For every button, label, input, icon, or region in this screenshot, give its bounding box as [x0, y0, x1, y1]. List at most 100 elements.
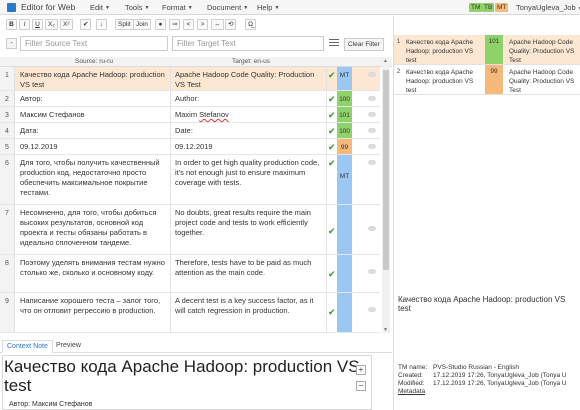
- match-badge: MT: [337, 67, 352, 90]
- tm-target: Apache Hadoop Code Quality: Production V…: [509, 69, 575, 94]
- source-cell[interactable]: Несомненно, для того, чтобы добиться выс…: [20, 208, 165, 248]
- table-row[interactable]: 6 Для того, чтобы получить качественный …: [0, 155, 380, 205]
- filter-options-button[interactable]: -: [6, 38, 17, 49]
- table-row[interactable]: 7 Несомненно, для того, чтобы добиться в…: [0, 205, 380, 255]
- confirmed-check-icon: ✔: [328, 126, 336, 136]
- comment-icon[interactable]: [368, 144, 376, 149]
- tm-match-row[interactable]: 2 Качество кода Apache Hadoop: productio…: [394, 65, 580, 95]
- filter-target-input[interactable]: [172, 36, 324, 51]
- user-menu[interactable]: TonyaUgleva_Job▼: [516, 3, 580, 12]
- target-cell[interactable]: 09.12.2019: [175, 142, 325, 152]
- subscript-button[interactable]: X₂: [45, 19, 58, 30]
- target-cell[interactable]: Date:: [175, 126, 325, 136]
- target-cell[interactable]: Author:: [175, 94, 325, 104]
- source-cell[interactable]: 09.12.2019: [20, 142, 165, 152]
- join-button[interactable]: Join: [133, 19, 151, 30]
- target-cell[interactable]: A decent test is a key success factor, a…: [175, 296, 325, 316]
- bottom-tabs: Context Note Preview: [0, 339, 392, 353]
- spelling-error[interactable]: Stefanov: [199, 110, 229, 119]
- insert-icon[interactable]: ⇔: [211, 19, 224, 30]
- tag-icon[interactable]: ●: [155, 19, 166, 30]
- tm-badge[interactable]: TM: [469, 3, 483, 12]
- comment-icon[interactable]: [368, 226, 376, 231]
- menu-tools[interactable]: Tools ▼: [125, 3, 149, 12]
- check-icon[interactable]: ✔: [80, 19, 92, 30]
- caret-down-icon: ▼: [144, 5, 150, 12]
- match-badge: [337, 205, 352, 254]
- table-row[interactable]: 3 Максим Стефанов Maxim Stefanov ✔ 101: [0, 107, 380, 123]
- source-cell[interactable]: Поэтому уделять внимания тестам нужно ст…: [20, 258, 165, 278]
- confirm-arrow-icon[interactable]: ↓: [96, 19, 107, 30]
- comment-icon[interactable]: [368, 307, 376, 312]
- source-cell[interactable]: Максим Стефанов: [20, 110, 165, 120]
- segment-grid: Source: ru-ru Target: en-us 1 Качество к…: [0, 57, 392, 333]
- tb-badge[interactable]: TB: [482, 3, 495, 12]
- target-header: Target: en-us: [232, 58, 270, 65]
- source-cell[interactable]: Для того, чтобы получить качественный pr…: [20, 158, 165, 198]
- target-cell[interactable]: Maxim Stefanov: [175, 110, 325, 120]
- source-header: Source: ru-ru: [75, 58, 113, 65]
- tab-preview[interactable]: Preview: [52, 340, 85, 353]
- filter-source-input[interactable]: [20, 36, 168, 51]
- scroll-down-icon[interactable]: ▼: [383, 327, 388, 333]
- comment-icon[interactable]: [368, 96, 376, 101]
- menu-help[interactable]: Help ▼: [257, 3, 279, 12]
- row-number: 2: [0, 91, 15, 106]
- match-badge: 101: [337, 107, 352, 122]
- comment-icon[interactable]: [368, 160, 376, 165]
- copy-source-icon[interactable]: ⇒: [169, 19, 181, 30]
- split-button[interactable]: Split: [115, 19, 134, 30]
- tm-target: Apache Hadoop Code Quality: Production V…: [509, 39, 575, 64]
- source-cell[interactable]: Написание хорошего теста – залог того, ч…: [20, 296, 165, 316]
- mt-badge[interactable]: MT: [495, 3, 509, 12]
- table-row[interactable]: 9 Написание хорошего теста – залог того,…: [0, 293, 380, 333]
- italic-button[interactable]: I: [19, 19, 30, 30]
- zoom-out-button[interactable]: −: [356, 381, 366, 391]
- bold-button[interactable]: B: [6, 19, 17, 30]
- comment-icon[interactable]: [368, 269, 376, 274]
- menu-document[interactable]: Document ▼: [207, 3, 248, 12]
- table-row[interactable]: 1 Качество кода Apache Hadoop: productio…: [0, 67, 380, 91]
- next-icon[interactable]: >: [197, 19, 208, 30]
- scroll-up-icon[interactable]: ▲: [383, 58, 388, 64]
- table-row[interactable]: 5 09.12.2019 09.12.2019 ✔ 99: [0, 139, 380, 155]
- metadata-link[interactable]: Metadata: [398, 388, 425, 395]
- row-number: 6: [0, 155, 15, 204]
- comment-icon[interactable]: [368, 72, 376, 77]
- special-chars-button[interactable]: Ω̲: [245, 19, 256, 30]
- row-number: 4: [0, 123, 15, 138]
- row-number: 5: [0, 139, 15, 154]
- target-cell[interactable]: No doubts, great results require the mai…: [175, 208, 325, 238]
- clear-filter-button[interactable]: Clear Filter: [344, 38, 384, 51]
- tm-match-row[interactable]: 1 Качество кода Apache Hadoop: productio…: [394, 35, 580, 65]
- clear-icon[interactable]: ⟲: [225, 19, 237, 30]
- comment-icon[interactable]: [368, 128, 376, 133]
- confirmed-check-icon: ✔: [328, 226, 336, 236]
- target-cell[interactable]: Apache Hadoop Code Quality: Production V…: [175, 70, 325, 90]
- confirmed-check-icon: ✔: [328, 94, 336, 104]
- comment-icon[interactable]: [368, 112, 376, 117]
- table-row[interactable]: 2 Автор: Author: ✔ 100: [0, 91, 380, 107]
- tm-source: Качество кода Apache Hadoop: production …: [406, 39, 474, 64]
- tm-score-badge: 99: [485, 65, 503, 94]
- context-note-panel: Качество кода Apache Hadoop: production …: [2, 355, 372, 410]
- zoom-in-button[interactable]: +: [356, 365, 366, 375]
- row-number: 3: [0, 107, 15, 122]
- table-row[interactable]: 4 Дата: Date: ✔ 100: [0, 123, 380, 139]
- table-row[interactable]: 8 Поэтому уделять внимания тестам нужно …: [0, 255, 380, 293]
- source-cell[interactable]: Качество кода Apache Hadoop: production …: [20, 70, 165, 90]
- menu-format[interactable]: Format ▼: [162, 3, 193, 12]
- tab-context-note[interactable]: Context Note: [2, 340, 53, 353]
- prev-icon[interactable]: <: [183, 19, 194, 30]
- superscript-button[interactable]: X²: [60, 19, 73, 30]
- scroll-thumb[interactable]: [383, 70, 389, 270]
- menu-edit[interactable]: Edit ▼: [90, 3, 110, 12]
- tm-info: TM name: PVS-Studio Russian - English Cre…: [398, 364, 567, 395]
- list-view-icon[interactable]: [329, 39, 339, 48]
- target-cell[interactable]: Therefore, tests have to be paid as much…: [175, 258, 325, 278]
- row-number: 8: [0, 255, 15, 292]
- source-cell[interactable]: Автор:: [20, 94, 165, 104]
- underline-button[interactable]: U: [32, 19, 43, 30]
- source-cell[interactable]: Дата:: [20, 126, 165, 136]
- target-cell[interactable]: In order to get high quality production …: [175, 158, 325, 188]
